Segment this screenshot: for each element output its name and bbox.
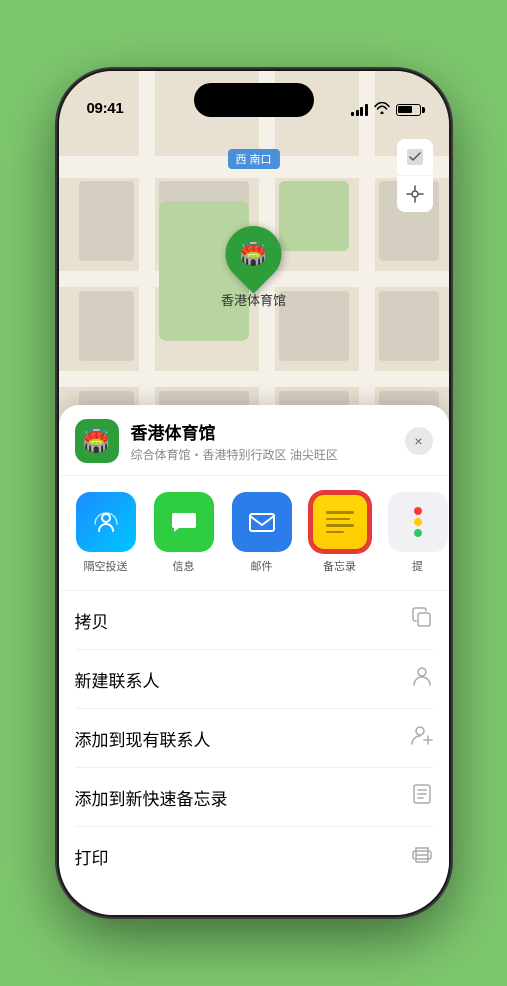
pin-icon: 🏟️ bbox=[240, 241, 267, 267]
signal-icon bbox=[351, 104, 368, 116]
location-button[interactable] bbox=[397, 176, 433, 212]
action-add-notes[interactable]: 添加到新快速备忘录 bbox=[75, 768, 433, 827]
venue-header: 🏟️ 香港体育馆 综合体育馆・香港特别行政区 油尖旺区 × bbox=[59, 405, 449, 476]
action-add-notes-label: 添加到新快速备忘录 bbox=[75, 785, 228, 810]
more-icon-box bbox=[388, 492, 448, 552]
dynamic-island bbox=[194, 83, 314, 117]
action-copy[interactable]: 拷贝 bbox=[75, 591, 433, 650]
action-add-existing-label: 添加到现有联系人 bbox=[75, 726, 211, 751]
notes-icon-box bbox=[310, 492, 370, 552]
share-row: 隔空投送 信息 邮件 bbox=[59, 476, 449, 591]
airdrop-icon-box bbox=[76, 492, 136, 552]
share-airdrop[interactable]: 隔空投送 bbox=[71, 492, 141, 574]
copy-icon bbox=[411, 606, 433, 634]
messages-icon-box bbox=[154, 492, 214, 552]
share-mail[interactable]: 邮件 bbox=[227, 492, 297, 574]
venue-info: 香港体育馆 综合体育馆・香港特别行政区 油尖旺区 bbox=[131, 419, 405, 463]
map-type-button[interactable] bbox=[397, 139, 433, 175]
share-messages[interactable]: 信息 bbox=[149, 492, 219, 574]
action-copy-label: 拷贝 bbox=[75, 608, 109, 633]
share-more[interactable]: 提 bbox=[383, 492, 449, 574]
location-pin: 🏟️ 香港体育馆 bbox=[221, 226, 286, 309]
action-print[interactable]: 打印 bbox=[75, 827, 433, 885]
note-icon bbox=[411, 783, 433, 811]
wifi-icon bbox=[374, 102, 390, 117]
airdrop-label: 隔空投送 bbox=[84, 558, 128, 574]
person-icon bbox=[411, 665, 433, 693]
map-controls bbox=[397, 139, 433, 212]
venue-name: 香港体育馆 bbox=[131, 419, 405, 444]
pin-circle: 🏟️ bbox=[214, 214, 293, 293]
venue-icon: 🏟️ bbox=[75, 419, 119, 463]
person-add-icon bbox=[411, 724, 433, 752]
mail-label: 邮件 bbox=[251, 558, 273, 574]
action-print-label: 打印 bbox=[75, 844, 109, 869]
messages-label: 信息 bbox=[173, 558, 195, 574]
action-new-contact[interactable]: 新建联系人 bbox=[75, 650, 433, 709]
battery-icon bbox=[396, 104, 421, 116]
phone-frame: 09:41 bbox=[59, 71, 449, 915]
action-list: 拷贝 新建联系人 添加到现有联系人 bbox=[59, 591, 449, 885]
notes-lines bbox=[322, 505, 358, 539]
close-button[interactable]: × bbox=[405, 427, 433, 455]
notes-label: 备忘录 bbox=[323, 558, 356, 574]
more-label: 提 bbox=[412, 558, 423, 574]
share-notes[interactable]: 备忘录 bbox=[305, 492, 375, 574]
bottom-sheet: 🏟️ 香港体育馆 综合体育馆・香港特别行政区 油尖旺区 × bbox=[59, 405, 449, 915]
mail-icon-box bbox=[232, 492, 292, 552]
action-add-existing[interactable]: 添加到现有联系人 bbox=[75, 709, 433, 768]
venue-description: 综合体育馆・香港特别行政区 油尖旺区 bbox=[131, 446, 405, 463]
map-label: 西 南口 bbox=[227, 149, 279, 169]
action-new-contact-label: 新建联系人 bbox=[75, 667, 160, 692]
status-icons bbox=[351, 102, 421, 117]
status-time: 09:41 bbox=[87, 100, 124, 117]
print-icon bbox=[411, 842, 433, 870]
